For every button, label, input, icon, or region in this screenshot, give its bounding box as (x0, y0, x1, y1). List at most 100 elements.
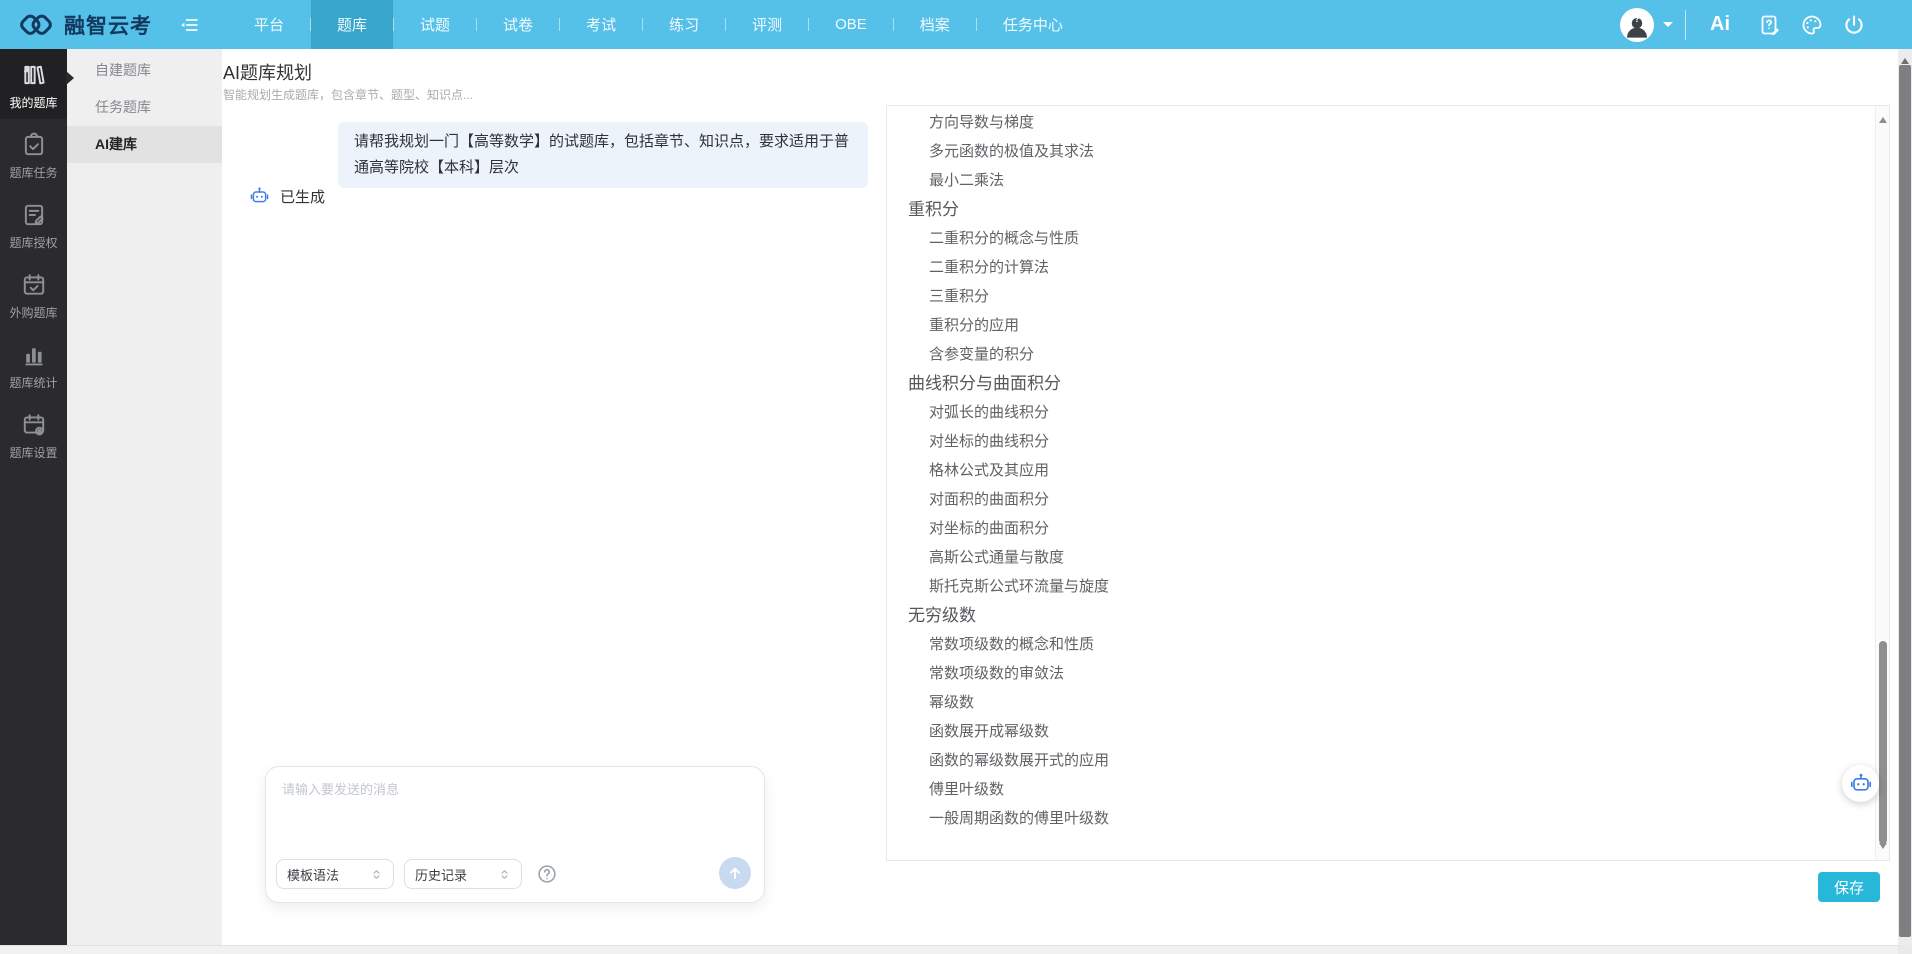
clipboard-check-icon (21, 132, 47, 158)
history-select-value: 历史记录 (415, 865, 467, 884)
nav-item-archives[interactable]: 档案 (894, 0, 976, 49)
composer-toolbar: 模板语法 历史记录 (276, 859, 558, 889)
outline-chapter[interactable]: 重积分 (887, 195, 1874, 224)
nav-item-exams[interactable]: 考试 (560, 0, 642, 49)
help-icon[interactable] (536, 863, 558, 885)
license-doc-icon (21, 202, 47, 228)
outline-topic[interactable]: 二重积分的计算法 (887, 253, 1874, 282)
app-logo-icon (18, 7, 54, 43)
sidebar-item-bank-authorization[interactable]: 题库授权 (0, 189, 67, 259)
nav-item-questions[interactable]: 试题 (394, 0, 476, 49)
panel-scrollbar-thumb[interactable] (1879, 641, 1887, 844)
outline-topic[interactable]: 高斯公式通量与散度 (887, 543, 1874, 572)
outline-topic[interactable]: 函数展开成幂级数 (887, 717, 1874, 746)
nav-divider (1685, 10, 1686, 40)
submenu-item-task-banks[interactable]: 任务题库 (67, 89, 222, 126)
sidebar-item-purchased-banks[interactable]: 外购题库 (0, 259, 67, 329)
top-navbar: 融智云考 平台题库试题试卷考试练习评测OBE档案任务中心 ? Ai (0, 0, 1912, 49)
outline-list: 方向导数与梯度多元函数的极值及其求法最小二乘法重积分二重积分的概念与性质二重积分… (887, 108, 1874, 860)
user-avatar[interactable]: ? (1620, 8, 1654, 42)
template-syntax-select-value: 模板语法 (287, 865, 339, 884)
theme-palette-icon[interactable] (1800, 13, 1824, 37)
avatar-dropdown-caret-icon[interactable] (1663, 22, 1673, 32)
brand: 融智云考 (0, 7, 152, 43)
outline-topic[interactable]: 斯托克斯公式环流量与旋度 (887, 572, 1874, 601)
template-syntax-select[interactable]: 模板语法 (276, 859, 394, 889)
scroll-down-arrow-icon[interactable] (1879, 843, 1887, 853)
main-content: AI题库规划 智能规划生成题库，包含章节、题型、知识点... 请帮我规划一门【高… (222, 49, 1898, 945)
sidebar-item-label: 题库统计 (9, 374, 57, 391)
sidebar-item-label: 我的题库 (9, 94, 57, 111)
robot-icon (249, 186, 270, 207)
outline-topic[interactable]: 一般周期函数的傅里叶级数 (887, 804, 1874, 833)
nav-item-obe[interactable]: OBE (809, 0, 893, 49)
user-message-bubble: 请帮我规划一门【高等数学】的试题库，包括章节、知识点，要求适用于普通高等院校【本… (338, 122, 868, 188)
scroll-up-arrow-icon[interactable] (1879, 113, 1887, 123)
outline-topic[interactable]: 最小二乘法 (887, 166, 1874, 195)
avatar-placeholder-glyph: ? (1620, 14, 1654, 25)
outline-topic[interactable]: 方向导数与梯度 (887, 108, 1874, 137)
panel-scrollbar[interactable] (1875, 106, 1889, 860)
scrollbar-corner (1898, 945, 1912, 954)
outline-chapter[interactable]: 曲线积分与曲面积分 (887, 369, 1874, 398)
window-horizontal-scrollbar[interactable] (0, 945, 1898, 954)
outline-topic[interactable]: 格林公式及其应用 (887, 456, 1874, 485)
nav-item-papers[interactable]: 试卷 (477, 0, 559, 49)
outline-topic[interactable]: 傅里叶级数 (887, 775, 1874, 804)
nav-item-evaluation[interactable]: 评测 (726, 0, 808, 49)
outline-topic[interactable]: 对弧长的曲线积分 (887, 398, 1874, 427)
calendar-gear-icon (21, 412, 47, 438)
sidebar-item-label: 题库任务 (9, 164, 57, 181)
save-button[interactable]: 保存 (1818, 872, 1880, 902)
page-title: AI题库规划 (223, 59, 312, 85)
outline-topic[interactable]: 三重积分 (887, 282, 1874, 311)
nav-item-question-bank[interactable]: 题库 (311, 0, 393, 49)
outline-topic[interactable]: 含参变量的积分 (887, 340, 1874, 369)
submenu-item-self-built-banks[interactable]: 自建题库 (67, 52, 222, 89)
outline-panel: 方向导数与梯度多元函数的极值及其求法最小二乘法重积分二重积分的概念与性质二重积分… (886, 105, 1890, 861)
ai-robot-floating-button[interactable] (1842, 765, 1879, 802)
message-composer: 模板语法 历史记录 (265, 766, 765, 903)
bar-chart-icon (21, 342, 47, 368)
outline-topic[interactable]: 对面积的曲面积分 (887, 485, 1874, 514)
logout-power-icon[interactable] (1842, 13, 1866, 37)
sidebar-item-bank-statistics[interactable]: 题库统计 (0, 329, 67, 399)
window-vertical-scrollbar[interactable] (1898, 49, 1912, 945)
window-scrollbar-thumb[interactable] (1899, 65, 1911, 937)
message-input[interactable] (282, 779, 748, 845)
updown-caret-icon (370, 868, 383, 881)
outline-topic[interactable]: 对坐标的曲线积分 (887, 427, 1874, 456)
main-nav: 平台题库试题试卷考试练习评测OBE档案任务中心 (228, 0, 1089, 49)
send-button[interactable] (719, 857, 751, 889)
outline-topic[interactable]: 二重积分的概念与性质 (887, 224, 1874, 253)
secondary-sidebar: 自建题库任务题库AI建库 (67, 49, 222, 945)
outline-topic[interactable]: 函数的幂级数展开式的应用 (887, 746, 1874, 775)
updown-caret-icon (498, 868, 511, 881)
nav-item-task-center[interactable]: 任务中心 (977, 0, 1089, 49)
nav-item-platform[interactable]: 平台 (228, 0, 310, 49)
outline-topic[interactable]: 常数项级数的概念和性质 (887, 630, 1874, 659)
menu-collapse-icon[interactable] (178, 14, 200, 36)
calendar-check-icon (21, 272, 47, 298)
history-select[interactable]: 历史记录 (404, 859, 522, 889)
submenu-item-ai-bank-builder[interactable]: AI建库 (67, 126, 222, 163)
outline-topic[interactable]: 幂级数 (887, 688, 1874, 717)
outline-topic[interactable]: 对坐标的曲面积分 (887, 514, 1874, 543)
sidebar-item-bank-settings[interactable]: 题库设置 (0, 399, 67, 469)
outline-chapter[interactable]: 无穷级数 (887, 601, 1874, 630)
outline-topic[interactable]: 多元函数的极值及其求法 (887, 137, 1874, 166)
nav-item-practice[interactable]: 练习 (643, 0, 725, 49)
bot-status-text: 已生成 (280, 186, 325, 207)
scroll-up-arrow-icon[interactable] (1901, 54, 1909, 64)
library-icon (21, 62, 47, 88)
outline-topic[interactable]: 重积分的应用 (887, 311, 1874, 340)
outline-topic[interactable]: 常数项级数的审敛法 (887, 659, 1874, 688)
ai-assistant-button[interactable]: Ai (1700, 13, 1740, 36)
bot-status-row: 已生成 (249, 186, 325, 207)
page-subtitle: 智能规划生成题库，包含章节、题型、知识点... (223, 86, 473, 103)
sidebar-item-label: 外购题库 (9, 304, 57, 321)
sidebar-item-my-banks[interactable]: 我的题库 (0, 49, 67, 119)
exam-notes-icon[interactable] (1758, 13, 1782, 37)
sidebar-item-label: 题库授权 (9, 234, 57, 251)
sidebar-item-bank-tasks[interactable]: 题库任务 (0, 119, 67, 189)
